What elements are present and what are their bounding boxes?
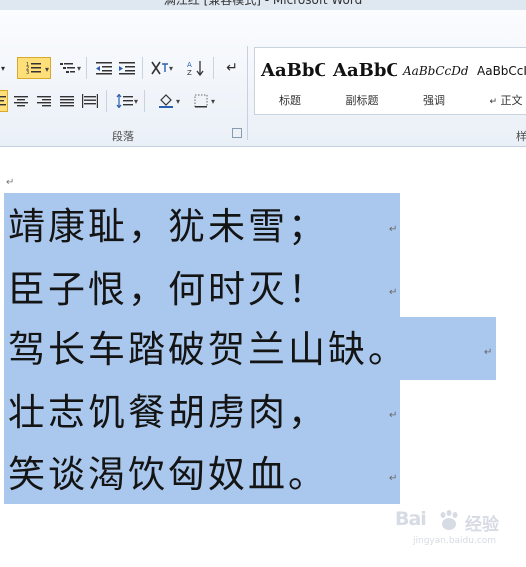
style-preview: AaBbC (261, 60, 325, 81)
paragraph-mark: ↵ (389, 287, 398, 298)
distributed-button[interactable] (78, 90, 102, 112)
style-preview: AaBbCcI (477, 64, 526, 78)
style-name: ↵ 正文 (471, 92, 526, 108)
document-line[interactable]: 靖康耻，犹未雪； (8, 205, 328, 249)
paragraph-mark-icon: ↵ (226, 60, 238, 76)
separator (86, 57, 87, 79)
align-right-icon (37, 96, 51, 107)
style-preview: AaBbC (333, 60, 397, 81)
bullets-dropdown-icon[interactable]: ▾ (0, 57, 10, 79)
paragraph-group-label: 段落 (112, 130, 134, 143)
svg-text:3: 3 (26, 70, 29, 75)
line-spacing-button[interactable]: ▾ (111, 90, 139, 112)
watermark: Bai 经验 jingyan.baidu.com (395, 508, 515, 556)
watermark-brand-2: 经验 (465, 515, 499, 535)
style-name: 副标题 (345, 94, 379, 107)
document-page[interactable]: ↵ 靖康耻，犹未雪； ↵ 臣子恨，何时灭！ ↵ 驾长车踏破贺兰山缺。 ↵ 壮志饥… (0, 147, 526, 567)
multilevel-list-icon (60, 63, 75, 73)
decrease-indent-icon (96, 62, 112, 75)
paragraph-mark: ↵ (389, 224, 398, 235)
styles-gallery: AaBbC 标题 AaBbC 副标题 AaBbCcDd 强调 AaBbCcI ↵… (254, 47, 526, 115)
style-name: 强调 (423, 94, 445, 107)
ribbon: ▾ 1 2 3 ▾ ▾ ▾ A Z ↵ ▾ ▾ ▾ 段落 AaBbC 标题 Aa… (0, 10, 526, 147)
paragraph-mark: ↵ (389, 473, 398, 484)
chevron-down-icon: ▾ (133, 97, 138, 106)
document-line[interactable]: 臣子恨，何时灭！ (8, 268, 328, 312)
document-line[interactable]: 驾长车踏破贺兰山缺。 (8, 328, 408, 372)
paragraph-mark: ↵ (484, 347, 493, 358)
numbering-button[interactable]: 1 2 3 ▾ (17, 57, 51, 79)
increase-indent-icon (119, 62, 135, 75)
paw-icon (440, 510, 458, 530)
separator (106, 90, 107, 112)
title-bar: 满江红 [兼容模式] - Microsoft Word (0, 0, 526, 10)
style-emphasis[interactable]: AaBbCcDd 强调 (399, 48, 469, 114)
document-line[interactable]: 笑谈渴饮匈奴血。 (8, 453, 328, 497)
chevron-down-icon: ▾ (44, 65, 49, 74)
shading-button[interactable]: ▾ (151, 90, 181, 112)
chevron-down-icon: ▾ (175, 97, 180, 106)
group-separator (247, 46, 248, 140)
sort-button[interactable]: A Z (184, 57, 208, 79)
align-right-button[interactable] (32, 90, 56, 112)
borders-icon (194, 94, 208, 108)
watermark-url: jingyan.baidu.com (413, 536, 497, 546)
style-name: 标题 (279, 94, 301, 107)
separator (142, 57, 143, 79)
paragraph-mark: ↵ (389, 410, 398, 421)
window-title: 满江红 [兼容模式] - Microsoft Word (163, 0, 363, 7)
separator (144, 90, 145, 112)
align-left-button[interactable] (0, 90, 8, 112)
separator (213, 57, 214, 79)
increase-indent-button[interactable] (115, 57, 139, 79)
svg-text:Z: Z (187, 69, 192, 76)
chevron-down-icon: ▾ (210, 97, 215, 106)
decrease-indent-button[interactable] (92, 57, 116, 79)
distributed-icon (82, 94, 98, 108)
chinese-layout-icon (151, 61, 168, 75)
justify-icon (60, 96, 74, 107)
document-line[interactable]: 壮志饥餐胡虏肉， (8, 391, 328, 435)
align-center-icon (14, 96, 28, 107)
chinese-layout-button[interactable]: ▾ (146, 57, 174, 79)
svg-text:A: A (187, 61, 192, 69)
style-heading[interactable]: AaBbC 标题 (255, 48, 325, 114)
style-subtitle[interactable]: AaBbC 副标题 (327, 48, 397, 114)
paragraph-mark: ↵ (6, 177, 15, 188)
shading-bucket-icon (159, 94, 173, 108)
align-center-button[interactable] (9, 90, 33, 112)
numbering-icon: 1 2 3 (26, 62, 41, 75)
paragraph-dialog-launcher-icon[interactable] (232, 128, 242, 138)
chevron-down-icon: ▾ (76, 64, 81, 73)
style-preview: AaBbCcDd (403, 64, 469, 78)
sort-icon: A Z (187, 61, 204, 76)
align-left-icon (0, 96, 6, 106)
watermark-brand: Bai (395, 508, 427, 530)
styles-group-label: 样 (516, 130, 526, 143)
show-hide-marks-button[interactable]: ↵ (220, 57, 244, 79)
chevron-down-icon: ▾ (168, 64, 173, 73)
multilevel-list-button[interactable]: ▾ (54, 57, 82, 79)
style-name-label: 正文 (500, 94, 523, 107)
line-spacing-icon (116, 94, 133, 108)
paragraph-mark-icon: ↵ (489, 97, 498, 107)
borders-button[interactable]: ▾ (186, 90, 216, 112)
style-normal[interactable]: AaBbCcI ↵ 正文 (471, 48, 526, 114)
justify-button[interactable] (55, 90, 79, 112)
